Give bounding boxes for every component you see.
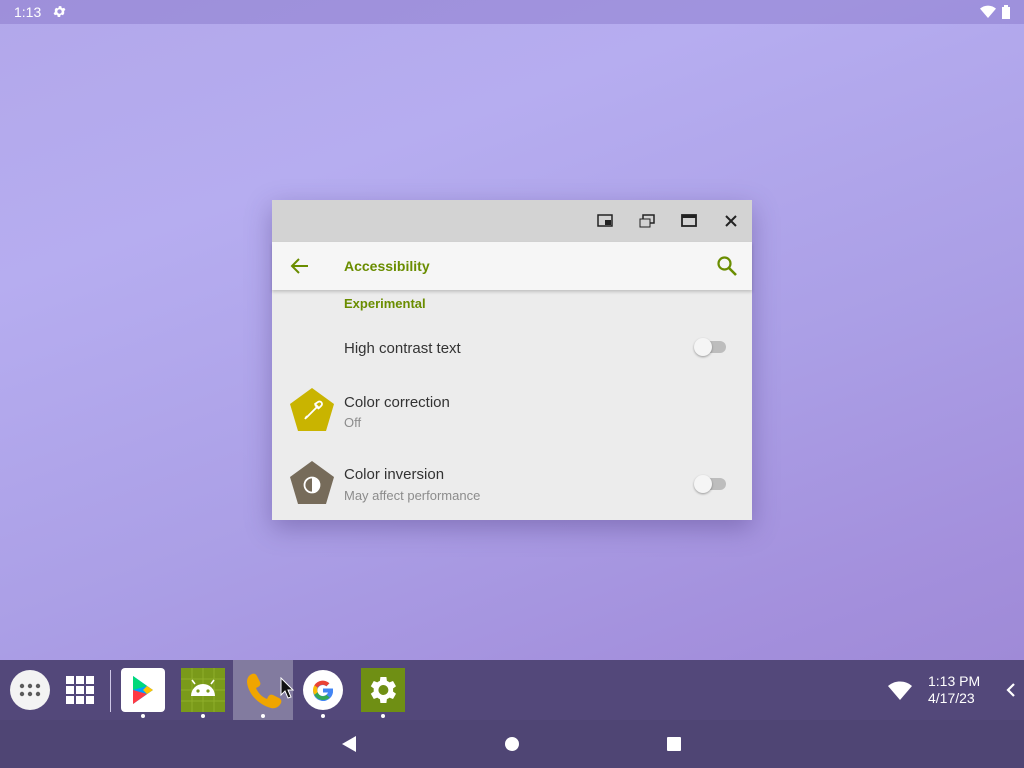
setting-title: High contrast text — [344, 340, 461, 357]
close-icon[interactable] — [721, 211, 741, 231]
chevron-left-icon[interactable] — [1005, 682, 1017, 703]
nav-back-icon[interactable] — [339, 734, 359, 754]
settings-app-icon[interactable] — [361, 668, 405, 718]
setting-subtitle: Off — [344, 415, 362, 430]
setting-title: Color correction — [344, 394, 450, 411]
eyedropper-icon — [289, 387, 335, 433]
setting-color-correction[interactable]: Color correction Off — [272, 378, 752, 444]
taskbar-divider — [110, 670, 111, 712]
mouse-cursor-icon — [280, 676, 295, 704]
nav-home-icon[interactable] — [502, 734, 522, 754]
invert-colors-icon — [289, 460, 335, 506]
status-time: 1:13 — [14, 4, 42, 20]
pip-icon[interactable] — [595, 211, 615, 231]
color-inversion-toggle[interactable] — [694, 475, 726, 493]
settings-gear-icon — [52, 4, 67, 22]
wifi-icon — [887, 681, 913, 706]
play-store-icon[interactable] — [121, 668, 165, 718]
recent-apps-grid-icon[interactable] — [58, 668, 102, 712]
navigation-bar — [0, 720, 1024, 768]
status-bar: 1:13 — [0, 0, 1024, 24]
page-title: Accessibility — [344, 258, 430, 274]
wifi-icon — [980, 5, 996, 22]
clock-date: 4/17/23 — [928, 690, 975, 706]
maximize-icon[interactable] — [679, 211, 699, 231]
settings-window: Accessibility Experimental High contrast… — [272, 200, 752, 520]
clock-time: 1:13 PM — [928, 673, 981, 689]
battery-icon — [1002, 5, 1010, 22]
section-header-experimental: Experimental — [344, 296, 426, 311]
taskbar-clock[interactable]: 1:13 PM 4/17/23 — [928, 673, 980, 707]
setting-high-contrast-text[interactable]: High contrast text — [272, 324, 752, 370]
app-drawer-button[interactable] — [8, 668, 52, 712]
setting-subtitle: May affect performance — [344, 488, 481, 503]
setting-color-inversion[interactable]: Color inversion May affect performance — [272, 452, 752, 518]
google-app-icon[interactable] — [301, 668, 345, 718]
high-contrast-toggle[interactable] — [694, 338, 726, 356]
back-arrow-icon[interactable] — [290, 256, 310, 276]
window-titlebar[interactable] — [272, 200, 752, 242]
app-bar: Accessibility — [272, 242, 752, 290]
setting-title: Color inversion — [344, 466, 445, 483]
search-icon[interactable] — [716, 255, 738, 277]
phone-app-icon[interactable] — [241, 668, 285, 718]
android-app-icon[interactable] — [181, 668, 225, 718]
taskbar: 1:13 PM 4/17/23 — [0, 660, 1024, 720]
restore-icon[interactable] — [637, 211, 657, 231]
nav-overview-icon[interactable] — [664, 734, 684, 754]
